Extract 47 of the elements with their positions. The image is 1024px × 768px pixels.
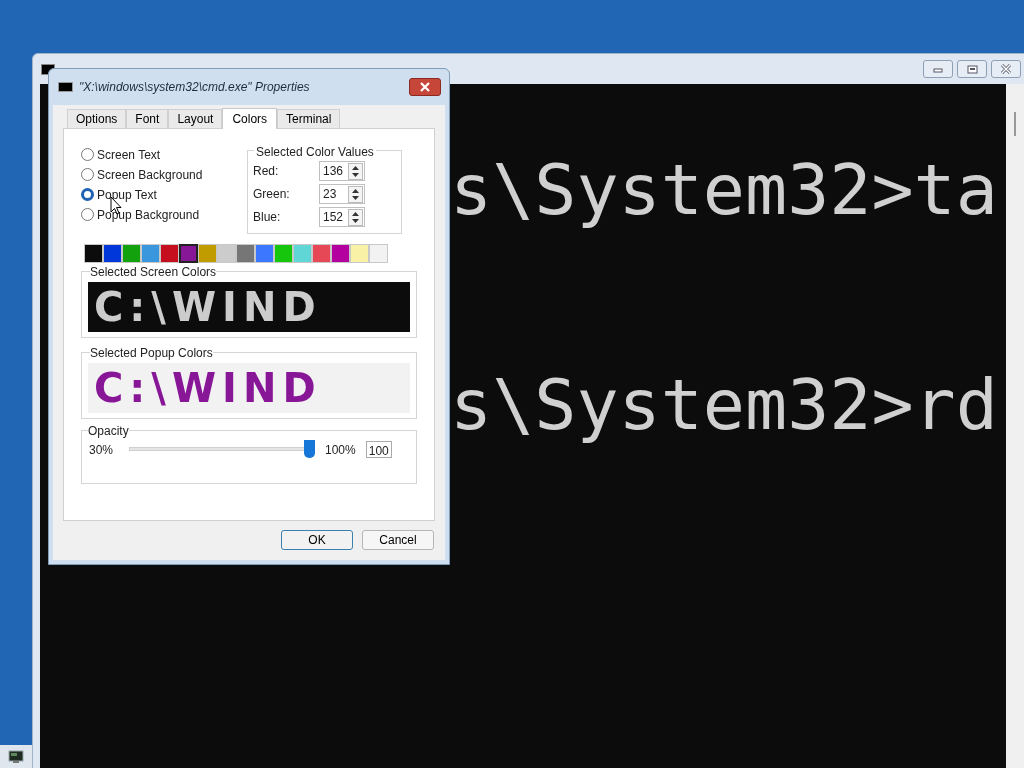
ok-button[interactable]: OK bbox=[281, 530, 353, 550]
maximize-button[interactable] bbox=[957, 60, 987, 78]
slider-max-label: 100% bbox=[325, 442, 356, 459]
tab[interactable]: Terminal bbox=[277, 109, 341, 128]
console-icon bbox=[58, 82, 73, 92]
slider-track[interactable] bbox=[129, 440, 315, 458]
console-line: s\System32>rd bbox=[450, 365, 999, 445]
preview-text: C:\WIND bbox=[93, 364, 323, 413]
slider-min-label: 30% bbox=[89, 442, 115, 459]
monitor-icon bbox=[8, 749, 24, 764]
radio-option[interactable]: Screen Background bbox=[81, 166, 247, 183]
field-label: Blue: bbox=[253, 209, 282, 226]
tab[interactable]: Layout bbox=[168, 109, 223, 128]
close-icon bbox=[419, 82, 431, 92]
radio-button[interactable] bbox=[81, 148, 94, 161]
tab[interactable]: Options bbox=[67, 109, 127, 128]
spinner-arrows-icon[interactable] bbox=[348, 185, 363, 203]
radio-button[interactable] bbox=[81, 188, 94, 201]
minimize-button[interactable] bbox=[923, 60, 953, 78]
scrollbar[interactable] bbox=[1006, 84, 1024, 768]
cancel-button[interactable]: Cancel bbox=[362, 530, 434, 550]
tab[interactable]: Colors bbox=[222, 108, 278, 129]
radio-button[interactable] bbox=[81, 168, 94, 181]
radio-option[interactable]: Screen Text bbox=[81, 146, 247, 163]
radio-option[interactable]: Popup Background bbox=[81, 206, 247, 223]
console-line: s\System32>ta bbox=[450, 150, 999, 230]
radio-option[interactable]: Popup Text bbox=[81, 186, 247, 203]
spin-box[interactable]: 23 bbox=[319, 184, 365, 204]
spinner-arrows-icon[interactable] bbox=[348, 208, 363, 226]
tab[interactable]: Font bbox=[126, 109, 169, 128]
group-title: Selected Popup Colors bbox=[90, 346, 213, 360]
taskbar-button[interactable] bbox=[0, 745, 32, 768]
close-button[interactable] bbox=[409, 78, 441, 96]
spin-box[interactable]: 136 bbox=[319, 161, 365, 181]
color-swatch[interactable] bbox=[179, 244, 198, 263]
opacity-field[interactable]: 100 bbox=[365, 441, 392, 458]
spinner-arrows-icon[interactable] bbox=[348, 162, 363, 180]
spin-box[interactable]: 152 bbox=[319, 207, 365, 227]
radio-button[interactable] bbox=[81, 208, 94, 221]
scrollbar-thumb[interactable] bbox=[1014, 112, 1016, 136]
field-label: Green: bbox=[253, 186, 291, 203]
field-label: Red: bbox=[253, 163, 280, 180]
slider-thumb[interactable] bbox=[304, 440, 315, 458]
preview-text: C:\WIND bbox=[93, 283, 323, 332]
window-title: "X:\windows\system32\cmd.exe" Properties bbox=[79, 79, 310, 96]
group-title: Selected Screen Colors bbox=[90, 265, 217, 279]
group-title: Opacity bbox=[88, 424, 129, 438]
